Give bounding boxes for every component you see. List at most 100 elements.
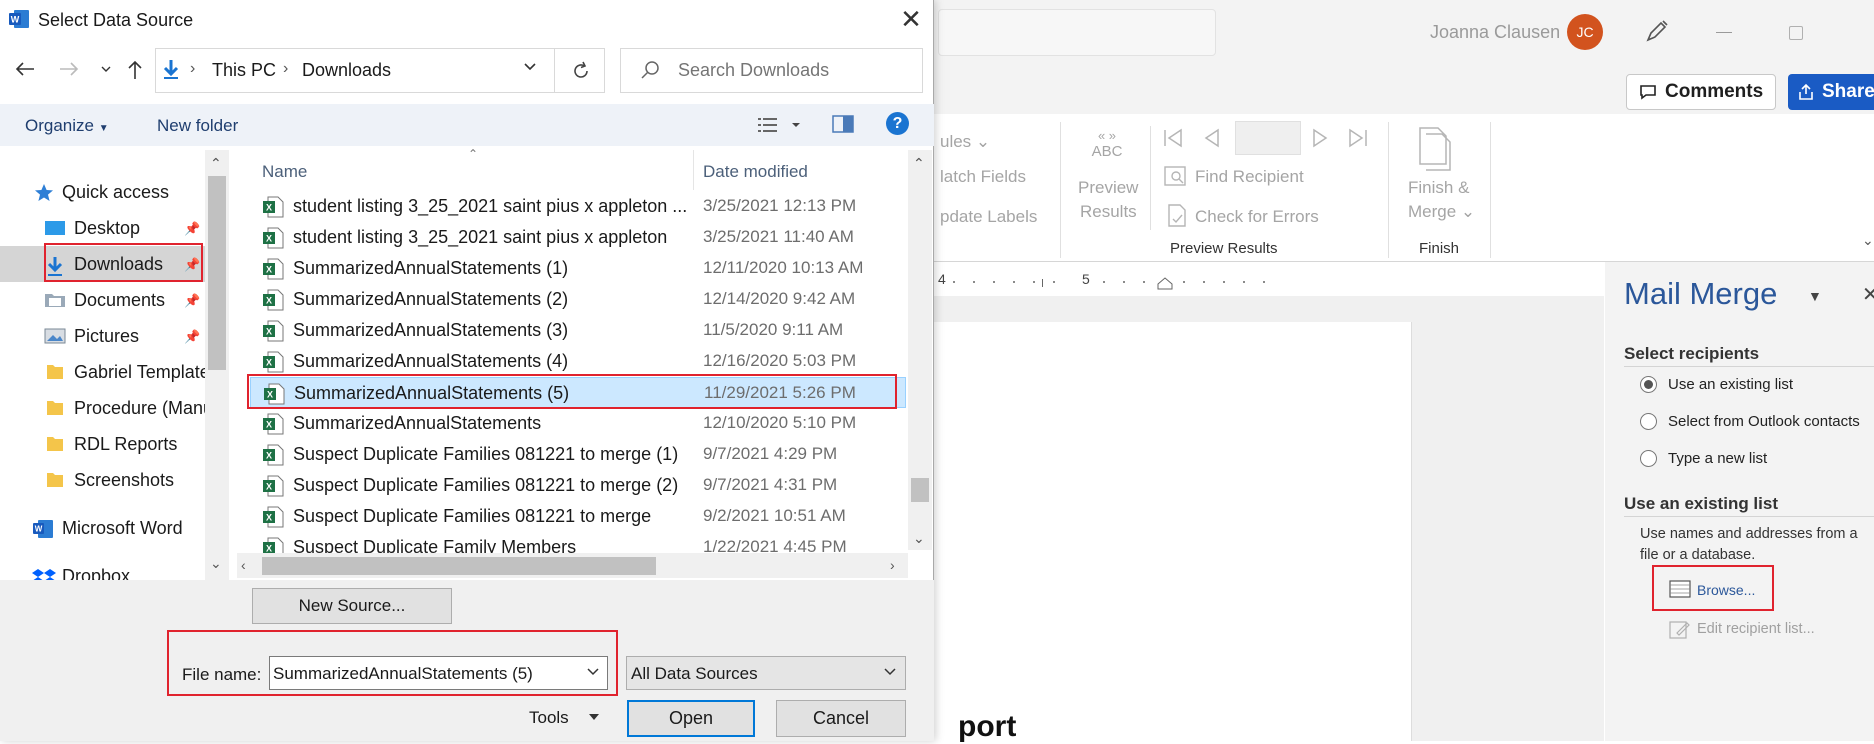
help-icon[interactable]: ?	[886, 112, 909, 135]
update-labels-button[interactable]: pdate Labels	[940, 207, 1037, 227]
collapse-ribbon-icon[interactable]: ⌄	[1862, 232, 1874, 249]
tools-button[interactable]: Tools	[529, 708, 569, 728]
folder-icon	[46, 435, 64, 453]
first-record-icon[interactable]	[1162, 127, 1184, 149]
document-page[interactable]	[934, 322, 1412, 741]
preview-pane-icon[interactable]	[832, 114, 854, 134]
address-dropdown-chevron-icon[interactable]	[522, 58, 538, 74]
file-name: Suspect Duplicate Families 081221 to mer…	[293, 475, 679, 495]
horizontal-scroll-thumb[interactable]	[262, 557, 656, 575]
finish-merge-label-1[interactable]: Finish &	[1408, 178, 1469, 198]
nav-item-desktop[interactable]: Desktop 📌	[0, 210, 205, 246]
radio-use-existing-list[interactable]	[1640, 376, 1657, 393]
nav-item-microsoft-word[interactable]: W Microsoft Word	[0, 510, 205, 546]
file-row[interactable]: X SummarizedAnnualStatements (4) 12/16/2…	[250, 346, 906, 377]
open-button[interactable]: Open	[627, 700, 755, 737]
nav-item-gabriel-template[interactable]: Gabriel Template	[0, 354, 210, 390]
star-icon	[34, 183, 54, 203]
column-header-name[interactable]: Name	[262, 162, 307, 182]
file-date: 3/25/2021 11:40 AM	[703, 227, 854, 246]
close-icon[interactable]: ✕	[896, 4, 926, 34]
record-number-input[interactable]	[1235, 121, 1301, 155]
file-name-input[interactable]	[273, 664, 573, 684]
file-row[interactable]: X Suspect Duplicate Family Members 1/22/…	[250, 532, 906, 553]
previous-record-icon[interactable]	[1201, 127, 1223, 149]
new-folder-button[interactable]: New folder	[157, 116, 238, 136]
word-search-box[interactable]	[938, 9, 1216, 56]
file-row[interactable]: X SummarizedAnnualStatements 12/10/2020 …	[250, 408, 906, 439]
next-record-icon[interactable]	[1309, 127, 1331, 149]
file-row[interactable]: X Suspect Duplicate Families 081221 to m…	[250, 501, 906, 532]
nav-item-rdl-reports[interactable]: RDL Reports	[0, 426, 205, 462]
preview-results-button[interactable]: « » ABC	[1088, 128, 1126, 160]
nav-item-documents[interactable]: Documents 📌	[0, 282, 205, 318]
ruler-mark-5: 5	[1082, 271, 1090, 287]
new-source-button[interactable]: New Source...	[252, 588, 452, 624]
file-row[interactable]: X student listing 3_25_2021 saint pius x…	[250, 222, 906, 253]
excel-file-icon: X	[262, 537, 284, 553]
nav-item-pictures[interactable]: Pictures 📌	[0, 318, 205, 354]
file-row[interactable]: X SummarizedAnnualStatements (3) 11/5/20…	[250, 315, 906, 346]
back-arrow-icon[interactable]	[14, 60, 36, 78]
scroll-down-icon[interactable]: ⌄	[913, 530, 925, 547]
svg-text:X: X	[266, 203, 272, 213]
forward-arrow-icon[interactable]	[58, 60, 80, 78]
match-fields-button[interactable]: latch Fields	[940, 167, 1026, 187]
nav-item-quick-access[interactable]: Quick access	[0, 174, 205, 210]
svg-text:X: X	[266, 482, 272, 492]
view-options-icon[interactable]	[756, 115, 802, 135]
organize-button[interactable]: Organize ▼	[25, 116, 109, 136]
nav-item-procedure[interactable]: Procedure (Manu	[0, 390, 213, 426]
option-outlook-contacts[interactable]: Select from Outlook contacts	[1668, 413, 1860, 430]
recent-locations-chevron-icon[interactable]	[100, 64, 112, 74]
browse-button[interactable]: Browse...	[1697, 582, 1755, 598]
scroll-down-icon[interactable]: ⌄	[210, 555, 222, 572]
comments-button[interactable]: Comments	[1626, 74, 1776, 110]
column-divider[interactable]	[693, 150, 694, 190]
file-row[interactable]: X student listing 3_25_2021 saint pius x…	[250, 191, 906, 222]
last-record-icon[interactable]	[1347, 127, 1369, 149]
share-button[interactable]: Share	[1788, 74, 1874, 110]
minimize-icon[interactable]	[1716, 32, 1732, 33]
nav-scroll-thumb[interactable]	[208, 176, 226, 370]
file-row[interactable]: X SummarizedAnnualStatements (2) 12/14/2…	[250, 284, 906, 315]
rules-button[interactable]: ules ⌄	[940, 132, 990, 152]
svg-text:X: X	[266, 265, 272, 275]
search-input[interactable]	[678, 60, 908, 81]
tools-dropdown-caret-icon[interactable]	[588, 712, 600, 722]
scroll-left-icon[interactable]: ‹	[241, 557, 246, 573]
breadcrumb-this-pc[interactable]: This PC	[212, 60, 276, 81]
scroll-up-icon[interactable]: ⌃	[913, 155, 925, 172]
documents-folder-icon	[44, 291, 66, 309]
option-type-new-list[interactable]: Type a new list	[1668, 450, 1767, 467]
scroll-right-icon[interactable]: ›	[890, 557, 895, 573]
check-errors-button[interactable]: Check for Errors	[1195, 207, 1319, 227]
scroll-up-icon[interactable]: ⌃	[210, 155, 222, 172]
nav-item-screenshots[interactable]: Screenshots	[0, 462, 205, 498]
column-header-date-modified[interactable]: Date modified	[703, 162, 808, 182]
option-use-existing-list[interactable]: Use an existing list	[1668, 376, 1793, 393]
file-type-chevron-icon[interactable]	[883, 666, 897, 678]
radio-outlook-contacts[interactable]	[1640, 413, 1657, 430]
file-row[interactable]: X Suspect Duplicate Families 081221 to m…	[250, 470, 906, 501]
close-pane-icon[interactable]: ✕	[1862, 282, 1874, 307]
svg-text:W: W	[11, 15, 20, 25]
cancel-button[interactable]: Cancel	[776, 700, 906, 737]
file-date: 11/5/2020 9:11 AM	[703, 320, 844, 339]
find-recipient-button[interactable]: Find Recipient	[1195, 167, 1304, 187]
up-arrow-icon[interactable]	[126, 59, 144, 81]
pane-options-chevron-icon[interactable]: ▼	[1808, 288, 1822, 304]
avatar[interactable]: JC	[1567, 14, 1603, 50]
file-row[interactable]: X SummarizedAnnualStatements (1) 12/11/2…	[250, 253, 906, 284]
nav-label: Gabriel Template	[74, 362, 210, 382]
breadcrumb-downloads[interactable]: Downloads	[302, 60, 391, 81]
radio-type-new-list[interactable]	[1640, 450, 1657, 467]
file-name-chevron-icon[interactable]	[586, 666, 600, 678]
edit-recipient-list-button[interactable]: Edit recipient list...	[1697, 621, 1815, 637]
vertical-scroll-thumb[interactable]	[911, 478, 929, 502]
file-row[interactable]: X Suspect Duplicate Families 081221 to m…	[250, 439, 906, 470]
pen-icon[interactable]	[1644, 18, 1670, 44]
nav-item-dropbox[interactable]: Dropbox	[0, 558, 205, 580]
finish-merge-button[interactable]: Merge ⌄	[1408, 202, 1475, 222]
restore-icon[interactable]	[1789, 26, 1803, 40]
